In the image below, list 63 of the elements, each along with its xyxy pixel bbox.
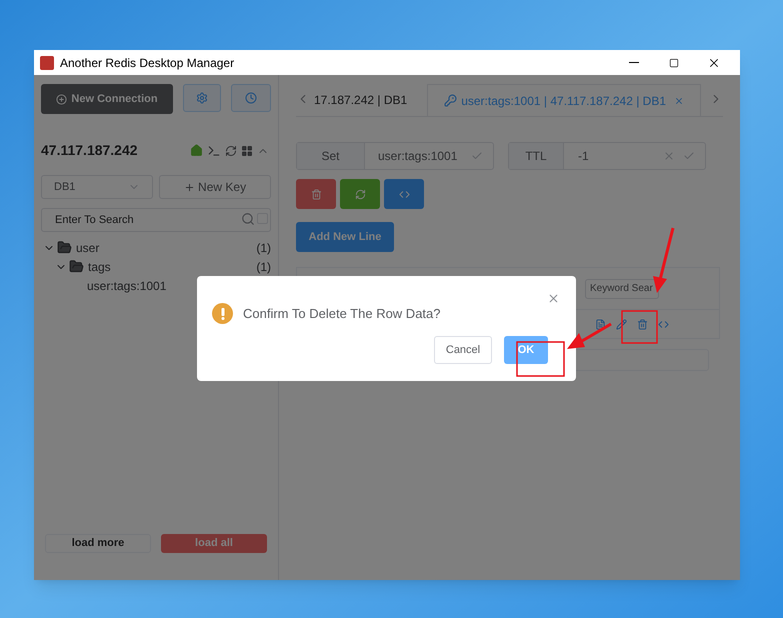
item-count: (1) (256, 258, 271, 276)
code-button[interactable] (384, 179, 424, 209)
pencil-icon[interactable] (616, 318, 627, 330)
new-connection-button[interactable]: New Connection (41, 84, 173, 114)
dialog-message: Confirm To Delete The Row Data? (243, 304, 441, 323)
refresh-button[interactable] (340, 179, 380, 209)
refresh-icon[interactable] (225, 144, 237, 156)
load-more-button[interactable]: load more (45, 534, 152, 553)
tab[interactable]: 17.187.242 | DB1 (312, 84, 428, 116)
search-field[interactable]: Enter To Search (41, 208, 271, 232)
add-new-line-button[interactable]: Add New Line (296, 222, 394, 252)
ttl-value: -1 (578, 148, 589, 165)
item-count: (1) (256, 240, 271, 256)
trash-icon[interactable] (637, 318, 648, 330)
type-label: Set (297, 143, 365, 169)
key-name-field[interactable]: Set user:tags:1001 (296, 142, 494, 170)
tab[interactable]: user:tags:1001 | 47.117.187.242 | DB1 (427, 84, 702, 116)
minimize-icon (629, 62, 639, 63)
keyword-search-field[interactable]: Keyword Sear (585, 278, 659, 298)
ttl-label: TTL (509, 143, 564, 169)
search-icon[interactable] (241, 212, 255, 226)
annotation-arrow (653, 228, 674, 293)
maximize-icon (669, 58, 679, 68)
annotation-arrow (567, 322, 612, 349)
code-icon[interactable] (658, 318, 669, 330)
folder-icon (57, 240, 72, 255)
refresh-icon (354, 188, 366, 200)
key-name-value: user:tags:1001 (378, 148, 458, 165)
grid-icon[interactable] (241, 144, 253, 156)
plus-icon (184, 182, 196, 192)
highlight-frame (516, 341, 565, 377)
code-icon (398, 188, 410, 200)
trash-icon (310, 188, 322, 200)
key-icon (444, 94, 458, 107)
warning-icon (212, 303, 233, 324)
ok-button[interactable]: OK (504, 336, 548, 364)
document-icon[interactable] (595, 318, 606, 330)
terminal-icon[interactable] (207, 144, 221, 158)
clear-icon[interactable] (663, 150, 675, 162)
new-key-button[interactable]: New Key (159, 175, 271, 199)
check-icon[interactable] (683, 150, 695, 162)
plus-circle-icon (56, 94, 68, 104)
tree-item[interactable]: user:tags:1001 (87, 276, 166, 294)
delete-button[interactable] (296, 179, 336, 209)
load-all-button[interactable]: load all (161, 534, 267, 553)
db-select[interactable]: DB1 (41, 175, 154, 199)
ttl-field[interactable]: TTL -1 (508, 142, 706, 170)
tree-item[interactable]: tags (88, 258, 111, 276)
cancel-button[interactable]: Cancel (434, 336, 492, 364)
settings-button[interactable] (183, 84, 221, 112)
app-logo-icon (40, 56, 54, 70)
close-icon[interactable] (547, 292, 560, 305)
home-icon[interactable] (190, 144, 203, 157)
clock-icon (245, 92, 257, 104)
settings-icon (196, 92, 208, 104)
tree-item[interactable]: user (76, 238, 100, 256)
connection-host: 47.117.187.242 (41, 141, 138, 160)
check-icon[interactable] (471, 150, 483, 162)
highlight-frame (621, 310, 658, 344)
window-title: Another Redis Desktop Manager (60, 54, 234, 72)
history-button[interactable] (231, 84, 271, 112)
folder-icon (69, 259, 84, 274)
close-tab-icon[interactable] (674, 96, 684, 106)
